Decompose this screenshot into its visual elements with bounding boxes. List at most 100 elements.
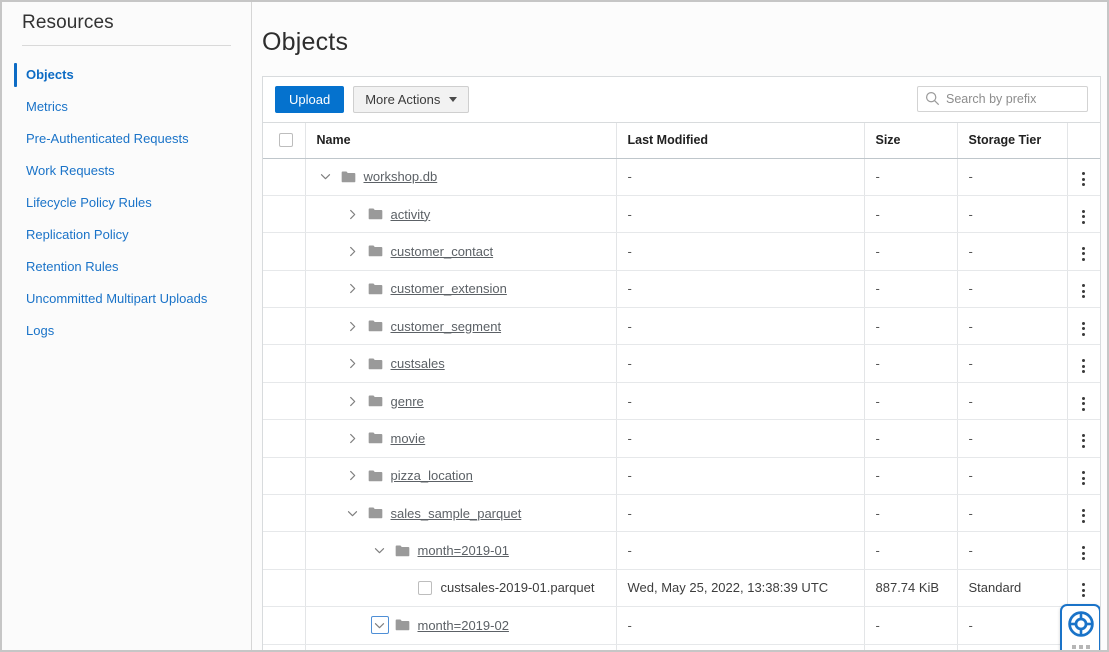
table-row[interactable]: month=2019-01 - - - bbox=[263, 531, 1100, 570]
more-actions-button[interactable]: More Actions bbox=[353, 85, 470, 113]
sidebar-item-metrics[interactable]: Metrics bbox=[22, 91, 231, 123]
sidebar-item-lifecycle-policy-rules[interactable]: Lifecycle Policy Rules bbox=[22, 187, 231, 219]
object-name-link[interactable]: customer_extension bbox=[391, 281, 507, 296]
row-size-cell-text: - bbox=[875, 505, 880, 521]
sidebar-item-logs[interactable]: Logs bbox=[22, 315, 231, 347]
row-last-modified-cell: - bbox=[616, 307, 865, 346]
chevron-down-icon[interactable] bbox=[371, 542, 389, 560]
object-name-link[interactable]: movie bbox=[391, 431, 426, 446]
kebab-menu-icon[interactable] bbox=[1076, 243, 1091, 265]
chevron-right-icon[interactable] bbox=[344, 205, 362, 223]
row-size-cell: - bbox=[864, 344, 958, 383]
chevron-down-icon[interactable] bbox=[317, 168, 335, 186]
table-row[interactable]: customer_extension - - - bbox=[263, 270, 1100, 309]
kebab-menu-icon[interactable] bbox=[1076, 206, 1091, 228]
kebab-menu-icon[interactable] bbox=[1076, 430, 1091, 452]
row-actions-cell bbox=[1067, 382, 1100, 421]
chevron-right-icon[interactable] bbox=[344, 467, 362, 485]
help-widget[interactable] bbox=[1060, 603, 1100, 651]
row-size-cell: - bbox=[864, 457, 958, 496]
kebab-menu-icon[interactable] bbox=[1076, 579, 1091, 601]
object-name-link[interactable]: month=2019-02 bbox=[418, 618, 509, 633]
upload-button[interactable]: Upload bbox=[275, 85, 345, 113]
sidebar-item-objects[interactable]: Objects bbox=[14, 59, 231, 91]
row-storage-tier-cell: - bbox=[957, 344, 1068, 383]
chevron-down-icon[interactable] bbox=[370, 616, 389, 635]
row-storage-tier-cell: - bbox=[957, 494, 1068, 533]
row-size-cell-text: - bbox=[875, 243, 880, 259]
object-name-link[interactable]: activity bbox=[391, 207, 431, 222]
object-name-link[interactable]: month=2019-01 bbox=[418, 543, 509, 558]
sidebar-item-retention-rules[interactable]: Retention Rules bbox=[22, 251, 231, 283]
kebab-menu-icon[interactable] bbox=[1076, 168, 1091, 190]
kebab-menu-icon[interactable] bbox=[1076, 505, 1091, 527]
row-size-cell-text: - bbox=[875, 617, 880, 633]
chevron-right-icon[interactable] bbox=[344, 317, 362, 335]
object-name-text: custsales-2019-01.parquet bbox=[440, 580, 595, 596]
object-name-link[interactable]: pizza_location bbox=[391, 468, 473, 483]
column-header-last-modified[interactable]: Last Modified bbox=[616, 122, 865, 159]
table-row[interactable]: custsales-2019-01.parquet Wed, May 25, 20… bbox=[263, 569, 1100, 608]
kebab-menu-icon[interactable] bbox=[1076, 355, 1091, 377]
object-name-link[interactable]: customer_segment bbox=[391, 319, 502, 334]
object-name-link[interactable]: workshop.db bbox=[364, 169, 438, 184]
table-row[interactable]: movie - - - bbox=[263, 419, 1100, 458]
chevron-right-icon[interactable] bbox=[344, 280, 362, 298]
row-last-modified-cell-text: - bbox=[627, 393, 632, 409]
table-row[interactable]: workshop.db - - - bbox=[263, 158, 1100, 196]
row-storage-tier-cell-text: - bbox=[968, 206, 973, 222]
chevron-down-icon[interactable] bbox=[344, 504, 362, 522]
sidebar-item-replication-policy[interactable]: Replication Policy bbox=[22, 219, 231, 251]
table-row[interactable]: sales_sample_parquet - - - bbox=[263, 494, 1100, 533]
sidebar-item-uncommitted-multipart-uploads[interactable]: Uncommitted Multipart Uploads bbox=[22, 283, 231, 315]
kebab-menu-icon[interactable] bbox=[1076, 542, 1091, 564]
browser-window: Resources Objects Metrics Pre-Authenticate… bbox=[2, 2, 1107, 650]
kebab-menu-icon[interactable] bbox=[1076, 393, 1091, 415]
chevron-right-icon[interactable] bbox=[344, 242, 362, 260]
row-storage-tier-cell-text: - bbox=[968, 468, 973, 484]
row-select-cell bbox=[263, 232, 306, 271]
sidebar-item-pre-authenticated-requests[interactable]: Pre-Authenticated Requests bbox=[22, 123, 231, 155]
row-storage-tier-cell-text: - bbox=[968, 243, 973, 259]
row-storage-tier-cell: - bbox=[957, 382, 1068, 421]
object-name-link[interactable]: sales_sample_parquet bbox=[391, 506, 522, 521]
kebab-menu-icon[interactable] bbox=[1076, 467, 1091, 489]
table-row[interactable]: activity - - - bbox=[263, 195, 1100, 234]
object-name-link[interactable]: custsales bbox=[391, 356, 445, 371]
object-name-link[interactable]: customer_contact bbox=[391, 244, 494, 259]
chevron-right-icon[interactable] bbox=[344, 392, 362, 410]
row-last-modified-cell: - bbox=[616, 382, 865, 421]
column-header-size[interactable]: Size bbox=[864, 122, 958, 159]
chevron-right-icon[interactable] bbox=[344, 355, 362, 373]
search-input[interactable] bbox=[917, 86, 1088, 112]
object-name-link[interactable]: genre bbox=[391, 394, 424, 409]
row-name-cell: custsales-2019-02.parquet bbox=[305, 644, 617, 650]
kebab-menu-icon[interactable] bbox=[1076, 280, 1091, 302]
table-row[interactable]: customer_contact - - - bbox=[263, 232, 1100, 271]
row-select-cell bbox=[263, 195, 306, 234]
chevron-right-icon[interactable] bbox=[344, 429, 362, 447]
row-storage-tier-cell: - bbox=[957, 232, 1068, 271]
row-size-cell: - bbox=[864, 270, 958, 309]
dot-grid-icon[interactable] bbox=[1071, 644, 1090, 651]
table-row[interactable]: customer_segment - - - bbox=[263, 307, 1100, 346]
table-row[interactable]: month=2019-02 - - - bbox=[263, 606, 1100, 645]
row-last-modified-cell-text: - bbox=[627, 468, 632, 484]
column-header-storage-tier[interactable]: Storage Tier bbox=[957, 122, 1068, 159]
row-last-modified-cell: - bbox=[616, 494, 865, 533]
row-checkbox[interactable] bbox=[417, 580, 432, 595]
row-last-modified-cell-text: - bbox=[627, 281, 632, 297]
column-header-name[interactable]: Name bbox=[305, 122, 617, 159]
sidebar-item-work-requests[interactable]: Work Requests bbox=[22, 155, 231, 187]
table-row[interactable]: custsales - - - bbox=[263, 344, 1100, 383]
table-row[interactable]: pizza_location - - - bbox=[263, 457, 1100, 496]
row-name-cell: movie bbox=[305, 419, 617, 458]
row-select-cell bbox=[263, 531, 306, 570]
row-actions-cell bbox=[1067, 158, 1100, 196]
kebab-menu-icon[interactable] bbox=[1076, 318, 1091, 340]
select-all-checkbox[interactable] bbox=[279, 133, 293, 148]
row-select-cell bbox=[263, 382, 306, 421]
table-row[interactable]: genre - - - bbox=[263, 382, 1100, 421]
resources-sidebar: Resources Objects Metrics Pre-Authenticate… bbox=[2, 2, 252, 650]
table-row[interactable]: custsales-2019-02.parquetWed, May 25, 20… bbox=[263, 644, 1100, 650]
